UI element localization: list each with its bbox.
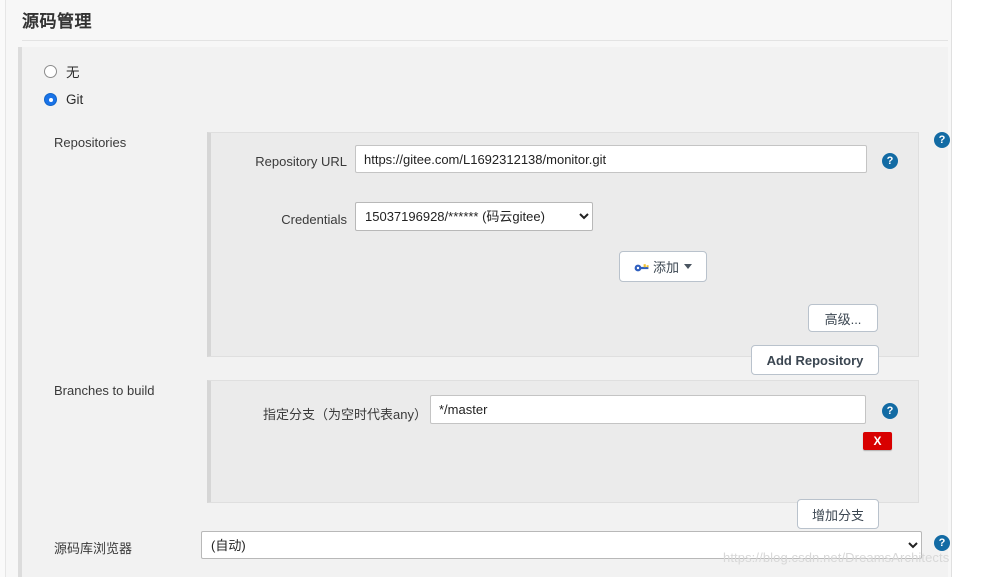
help-icon-repository-url[interactable]: ? xyxy=(882,153,898,169)
branch-specifier-input[interactable] xyxy=(430,395,866,424)
radio-none[interactable] xyxy=(44,64,57,78)
repository-url-input[interactable] xyxy=(355,145,867,173)
radio-git[interactable] xyxy=(44,93,57,106)
help-icon-repositories[interactable]: ? xyxy=(934,132,950,148)
main-content-column: 源码管理 无 Git Repositories Repository URL C… xyxy=(0,0,952,577)
repositories-section-label: Repositories xyxy=(54,135,127,150)
left-rail xyxy=(0,0,6,577)
page-title: 源码管理 xyxy=(22,12,92,31)
repository-browser-select[interactable]: (自动) xyxy=(201,531,922,559)
add-credentials-label: 添加 xyxy=(652,260,679,275)
scm-option-git[interactable]: Git xyxy=(44,92,83,107)
scm-form-block: 无 Git Repositories Repository URL Creden… xyxy=(18,47,948,577)
add-branch-button[interactable]: 增加分支 xyxy=(797,499,879,529)
repository-browser-label: 源码库浏览器 xyxy=(54,541,133,556)
help-icon-repository-browser[interactable]: ? xyxy=(934,535,950,551)
radio-git-label: Git xyxy=(66,92,84,107)
scm-option-none[interactable]: 无 xyxy=(44,61,80,81)
branches-section-label: Branches to build xyxy=(54,383,155,398)
title-divider xyxy=(22,40,948,41)
help-icon-branch-specifier[interactable]: ? xyxy=(882,403,898,419)
delete-branch-button[interactable]: X xyxy=(863,432,892,450)
key-icon xyxy=(634,261,650,272)
chevron-down-icon xyxy=(684,264,692,269)
radio-none-label: 无 xyxy=(66,65,80,80)
add-repository-button[interactable]: Add Repository xyxy=(751,345,879,375)
repository-url-label: Repository URL xyxy=(255,154,347,169)
credentials-label: Credentials xyxy=(281,212,347,227)
branch-specifier-label: 指定分支（为空时代表any） xyxy=(263,407,427,422)
credentials-select[interactable]: 15037196928/****** (码云gitee) xyxy=(355,202,593,231)
advanced-button[interactable]: 高级... xyxy=(808,304,878,332)
add-credentials-button[interactable]: 添加 xyxy=(619,251,707,282)
